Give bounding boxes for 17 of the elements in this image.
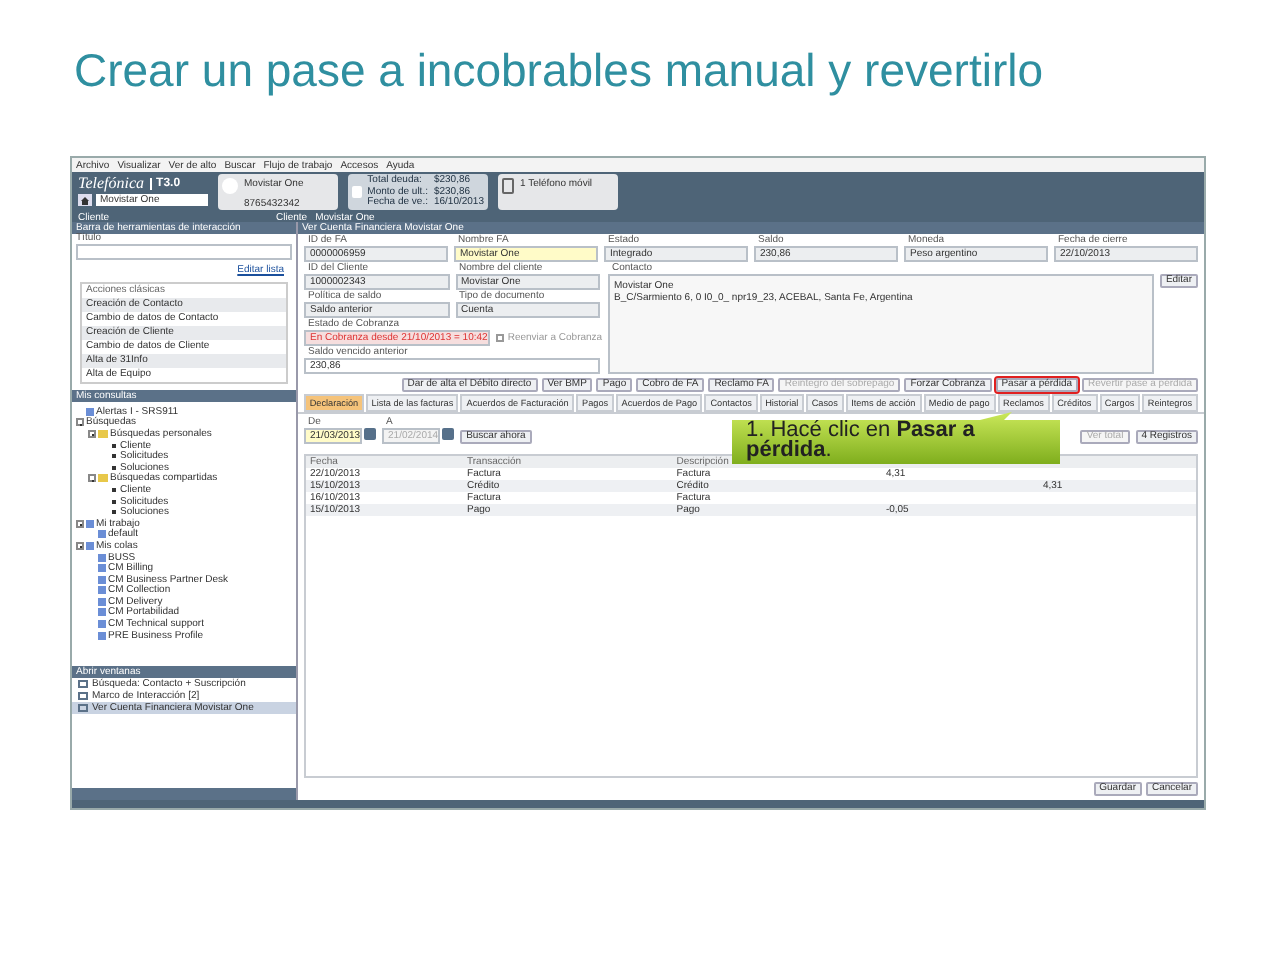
wallet-icon <box>352 186 362 198</box>
collapse-icon[interactable] <box>88 429 96 438</box>
folder-icon <box>98 429 108 438</box>
slide-title: Crear un pase a incobrables manual y revertirlo <box>72 42 1046 100</box>
phone-icon <box>502 178 514 194</box>
folder-icon <box>98 474 108 483</box>
title-field[interactable] <box>76 244 292 260</box>
calendar-icon[interactable] <box>364 428 377 440</box>
collapse-icon[interactable] <box>76 541 84 550</box>
logo-text: Telefónica <box>78 174 145 192</box>
list-icon <box>86 407 94 416</box>
collapse-icon[interactable] <box>76 519 84 528</box>
avatar-icon <box>222 178 238 194</box>
home-button[interactable] <box>78 194 92 206</box>
collapse-icon[interactable] <box>88 474 96 483</box>
calendar-icon[interactable] <box>442 428 455 440</box>
collapse-icon[interactable] <box>76 418 84 427</box>
